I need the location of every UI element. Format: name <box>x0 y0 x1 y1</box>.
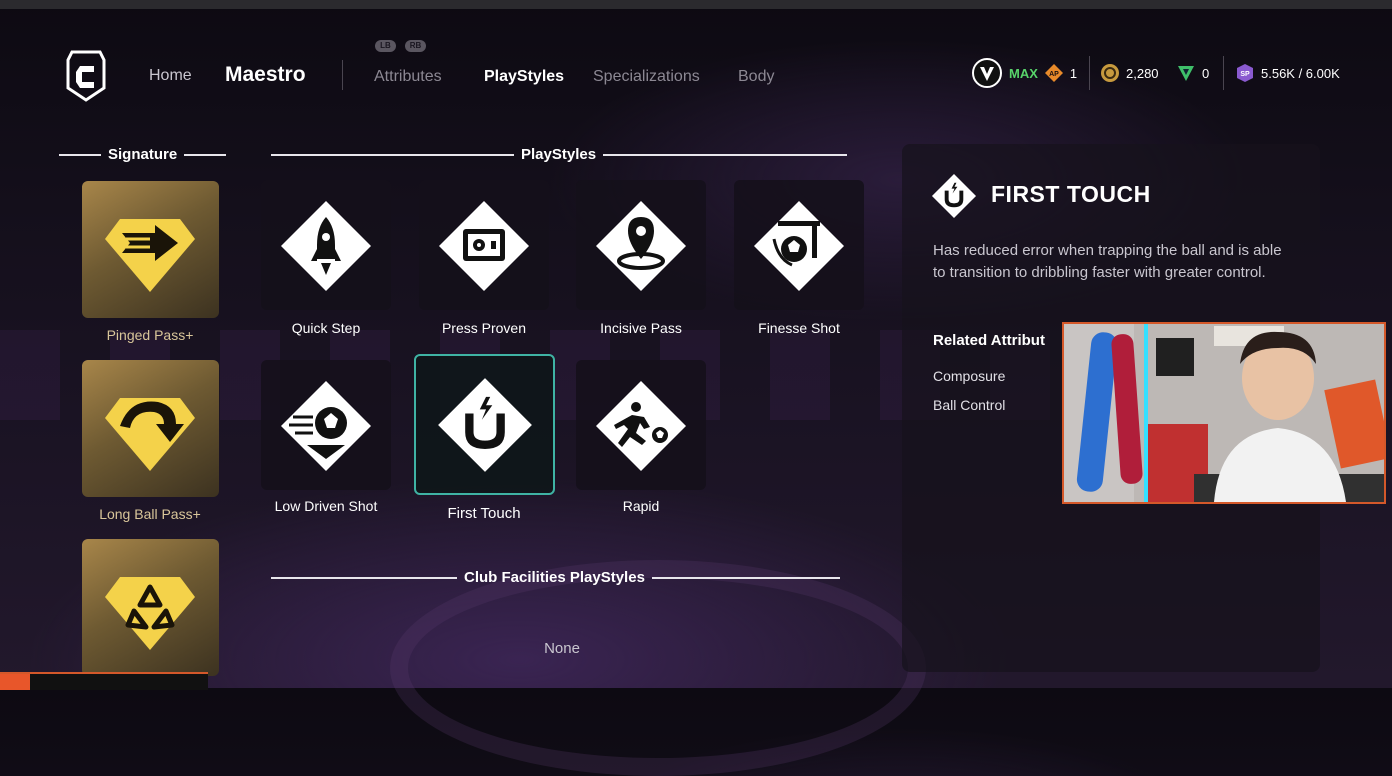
related-attribute-item: Composure <box>933 368 1006 384</box>
signature-third-icon <box>105 577 195 650</box>
level-indicator: MAX AP 1 <box>971 58 1077 88</box>
tab-attributes[interactable]: Attributes <box>374 68 442 86</box>
club-facilities-heading-text: Club Facilities PlayStyles <box>464 569 645 586</box>
playstyle-tile-press-proven[interactable] <box>419 180 549 310</box>
playstyle-label-first-touch: First Touch <box>447 505 521 522</box>
playstyle-tile-rapid[interactable] <box>576 360 706 490</box>
finesse-ball-icon <box>754 201 844 291</box>
playstyles-heading: PlayStyles <box>271 146 848 163</box>
sp-badge-text: SP <box>1240 71 1250 78</box>
currency-divider <box>1089 56 1090 90</box>
background-floor-logo <box>390 560 926 776</box>
rb-button-hint: RB <box>405 40 426 52</box>
club-logo-icon <box>66 50 106 102</box>
tab-body[interactable]: Body <box>738 68 774 86</box>
home-link[interactable]: Home <box>149 67 192 85</box>
coin-icon <box>1101 64 1119 82</box>
playstyle-tile-first-touch[interactable] <box>414 354 555 495</box>
playstyle-label-finesse-shot: Finesse Shot <box>758 320 840 336</box>
map-pin-icon <box>596 201 686 291</box>
points-indicator: 0 <box>1176 58 1209 88</box>
related-attribute-item: Ball Control <box>933 397 1006 413</box>
playstyle-tile-finesse-shot[interactable] <box>734 180 864 310</box>
page-title: Maestro <box>225 63 306 86</box>
playstyle-label-press-proven: Press Proven <box>441 320 527 336</box>
playstyle-tile-quick-step[interactable] <box>261 180 391 310</box>
club-facilities-heading: Club Facilities PlayStyles <box>271 569 840 586</box>
level-value: MAX <box>1009 65 1038 81</box>
lb-button-hint: LB <box>375 40 396 52</box>
ap-badge-text: AP <box>1049 71 1059 78</box>
signature-card-pinged-pass[interactable] <box>82 181 219 318</box>
playstyle-tile-incisive-pass[interactable] <box>576 180 706 310</box>
playstyle-label-incisive-pass: Incisive Pass <box>600 320 682 336</box>
webcam-overlay <box>1062 322 1386 504</box>
rocket-icon <box>281 201 371 291</box>
signature-label-long-ball-pass: Long Ball Pass+ <box>99 506 201 522</box>
playstyle-label-rapid: Rapid <box>622 498 660 514</box>
nav-divider <box>342 60 343 90</box>
tab-specializations[interactable]: Specializations <box>593 68 700 86</box>
signature-heading: Signature <box>59 146 227 163</box>
webcam-image <box>1064 324 1384 502</box>
playstyles-heading-text: PlayStyles <box>521 146 597 163</box>
ball-icon <box>281 381 371 471</box>
window-top-strip <box>0 0 1392 9</box>
detail-description: Has reduced error when trapping the ball… <box>933 242 1282 281</box>
player-level-icon <box>972 58 1002 88</box>
signature-label-pinged-pass: Pinged Pass+ <box>106 327 194 343</box>
magnet-icon <box>438 378 532 472</box>
safe-icon <box>439 201 529 291</box>
long-ball-pass-icon <box>105 398 195 471</box>
playstyle-label-quick-step: Quick Step <box>291 320 361 336</box>
sprinter-icon <box>596 381 686 471</box>
playstyle-tile-low-driven-shot[interactable] <box>261 360 391 490</box>
playstyle-label-low-driven-shot: Low Driven Shot <box>274 498 378 514</box>
points-value: 0 <box>1202 65 1210 81</box>
coins-value: 2,280 <box>1126 65 1159 81</box>
streamer-name-badge <box>0 672 208 690</box>
currency-divider-2 <box>1223 56 1224 90</box>
tab-playstyles[interactable]: PlayStyles <box>484 68 564 86</box>
signature-card-third[interactable] <box>82 539 219 676</box>
pinged-pass-icon <box>105 219 195 292</box>
green-shield-icon <box>1178 66 1194 81</box>
sp-icon: SP <box>1237 64 1253 82</box>
related-attributes-heading: Related Attribut <box>933 332 1045 349</box>
first-touch-detail-icon <box>931 173 977 224</box>
sp-value: 5.56K / 6.00K <box>1261 65 1340 81</box>
signature-heading-text: Signature <box>108 146 178 163</box>
club-facilities-value: None <box>544 640 580 657</box>
sp-indicator: SP 5.56K / 6.00K <box>1235 58 1340 88</box>
detail-title: FIRST TOUCH <box>991 181 1151 207</box>
ap-icon: AP <box>1044 64 1063 82</box>
signature-card-long-ball-pass[interactable] <box>82 360 219 497</box>
ap-value: 1 <box>1069 65 1078 81</box>
coins-indicator: 2,280 <box>1100 58 1159 88</box>
